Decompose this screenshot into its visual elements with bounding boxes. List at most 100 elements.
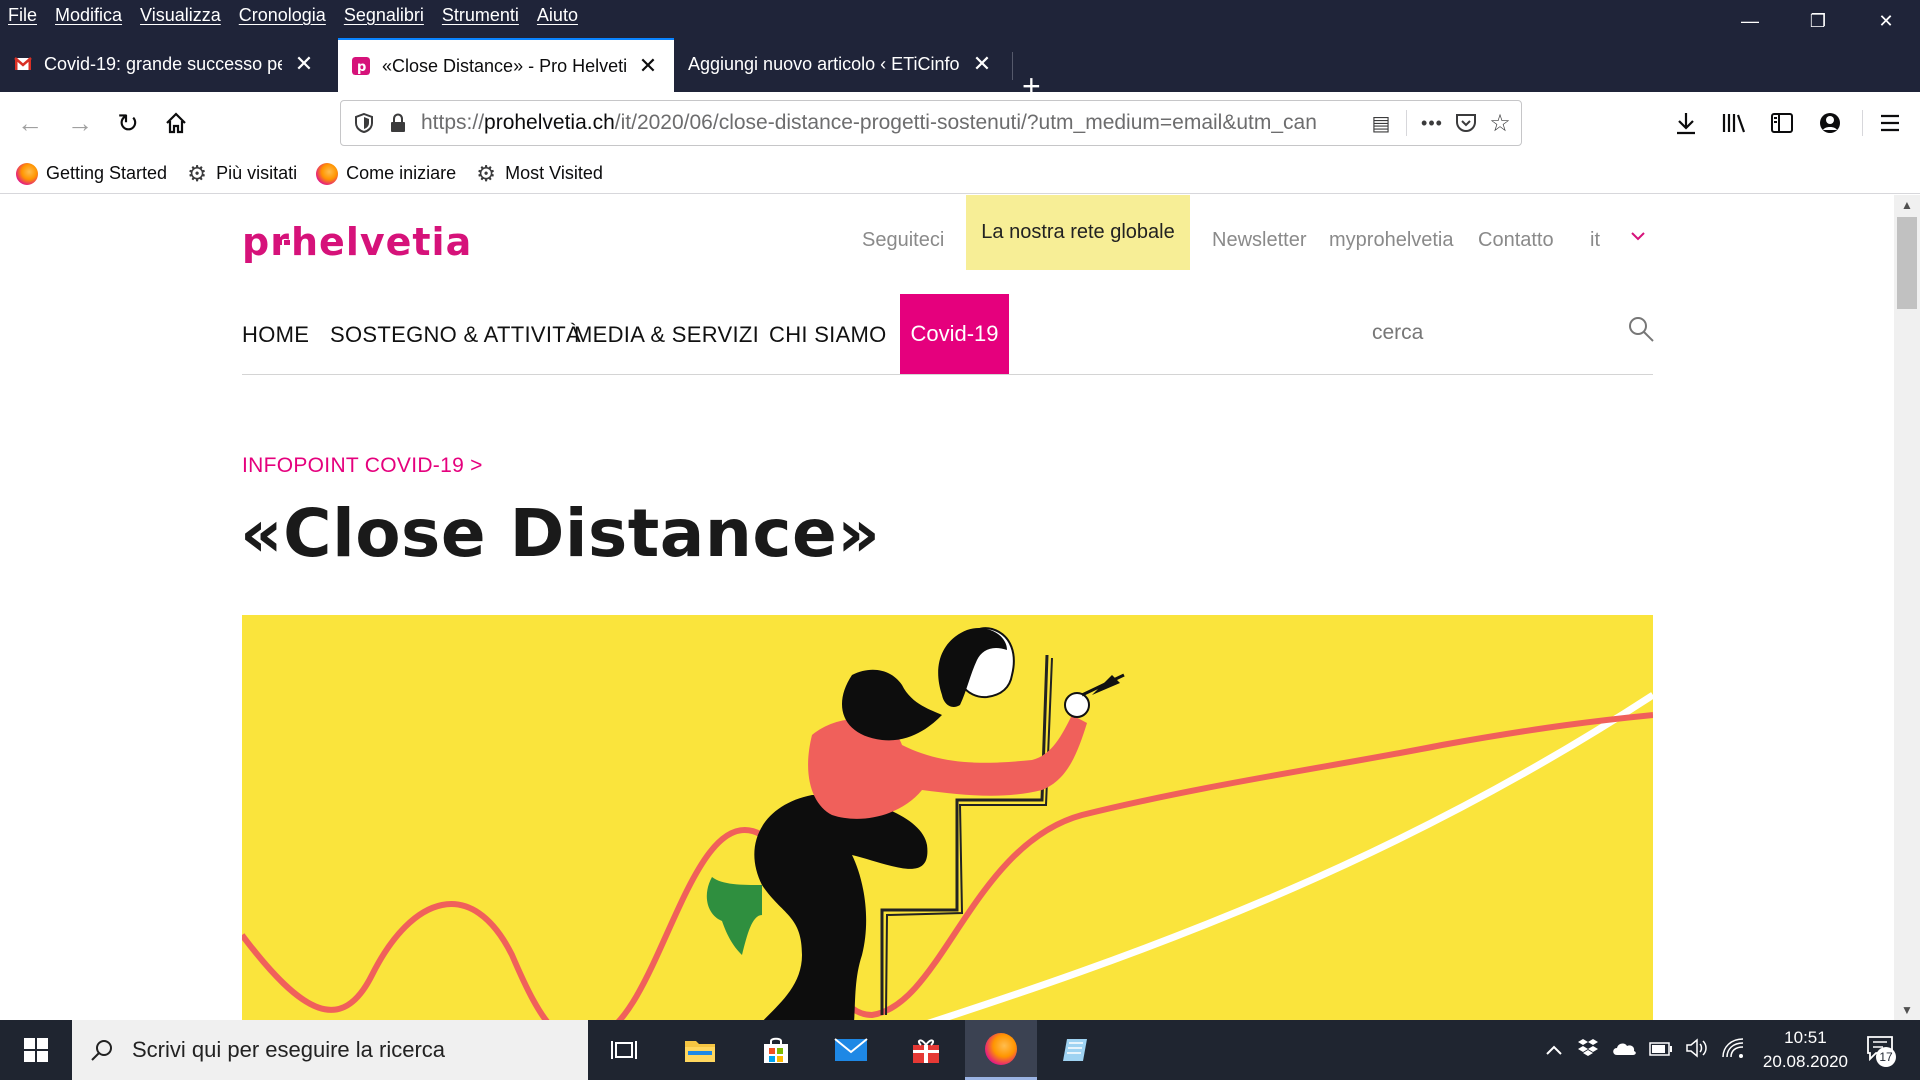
- climbing-person-illustration: [242, 627, 1653, 1020]
- store-button[interactable]: [740, 1020, 812, 1080]
- tab-prohelvetia[interactable]: p «Close Distance» - Pro Helvetia ✕: [338, 38, 674, 92]
- menu-visualizza[interactable]: Visualizza: [131, 5, 230, 26]
- account-button[interactable]: [1812, 105, 1848, 141]
- menu-segnalibri[interactable]: Segnalibri: [335, 5, 433, 26]
- toolbar-separator: [1862, 110, 1863, 136]
- bookmark-label: Più visitati: [216, 163, 298, 183]
- nav-home[interactable]: HOME: [242, 322, 309, 348]
- mail-button[interactable]: [815, 1020, 887, 1080]
- bookmark-star-icon[interactable]: ☆: [1483, 106, 1517, 140]
- reader-view-icon[interactable]: ▤: [1364, 106, 1398, 140]
- tab-gmail[interactable]: Covid-19: grande successo per ✕: [0, 40, 330, 88]
- system-tray: 10:51 20.08.2020 17: [1545, 1020, 1920, 1080]
- downloads-button[interactable]: [1668, 105, 1704, 141]
- tracking-shield-icon[interactable]: [347, 106, 381, 140]
- url-bar[interactable]: https://prohelvetia.ch/it/2020/06/close-…: [340, 100, 1522, 146]
- clock-date: 20.08.2020: [1762, 1052, 1848, 1071]
- bookmark-getting-started[interactable]: Getting Started: [16, 162, 168, 185]
- bookmark-label: Getting Started: [46, 163, 168, 183]
- reload-button[interactable]: ↻: [110, 105, 146, 141]
- lock-icon[interactable]: [381, 106, 415, 140]
- menu-modifica[interactable]: Modifica: [46, 5, 131, 26]
- link-contatto[interactable]: Contatto: [1478, 229, 1554, 252]
- sidebar-button[interactable]: [1764, 105, 1800, 141]
- file-explorer-button[interactable]: [664, 1020, 736, 1080]
- nav-media[interactable]: MEDIA & SERVIZI: [574, 322, 759, 348]
- onedrive-icon[interactable]: [1611, 1040, 1637, 1061]
- folder-icon: [685, 1041, 715, 1062]
- forward-button[interactable]: →: [62, 105, 98, 141]
- scroll-down-icon[interactable]: ▼: [1894, 1000, 1920, 1020]
- page-scrollbar[interactable]: ▲ ▼: [1894, 195, 1920, 1020]
- breadcrumb[interactable]: INFOPOINT COVID-19 >: [242, 454, 483, 478]
- menu-strumenti[interactable]: Strumenti: [433, 5, 528, 26]
- taskbar: Scrivi qui per eseguire la ricerca 10:51…: [0, 1020, 1920, 1080]
- library-button[interactable]: [1716, 105, 1752, 141]
- bookmark-most-visited[interactable]: ⚙ Most Visited: [475, 162, 603, 185]
- start-button[interactable]: [0, 1020, 72, 1080]
- gear-icon: ⚙: [187, 160, 207, 186]
- library-icon: [1722, 114, 1746, 133]
- gift-app-button[interactable]: [890, 1020, 962, 1080]
- taskbar-search-placeholder: Scrivi qui per eseguire la ricerca: [132, 1037, 446, 1062]
- url-prefix: https://: [421, 111, 485, 134]
- battery-icon[interactable]: [1649, 1040, 1673, 1061]
- notepad-icon: [1063, 1039, 1087, 1061]
- page-actions-icon[interactable]: •••: [1415, 106, 1449, 140]
- prohelvetia-logo[interactable]: pr helvetia: [242, 220, 472, 275]
- menu-cronologia[interactable]: Cronologia: [230, 5, 335, 26]
- tab-title: Covid-19: grande successo per: [44, 53, 282, 74]
- home-icon: [166, 112, 186, 134]
- close-tab-icon[interactable]: ✕: [636, 53, 660, 78]
- bookmarks-toolbar: Getting Started ⚙ Più visitati Come iniz…: [0, 154, 1920, 194]
- clock-time: 10:51: [1784, 1028, 1827, 1047]
- bookmark-label: Most Visited: [505, 163, 603, 183]
- store-icon: [764, 1037, 788, 1063]
- url-path: /it/2020/06/close-distance-progetti-sost…: [614, 111, 1317, 134]
- nav-divider: [242, 374, 1653, 375]
- open-menu-button[interactable]: [1872, 105, 1908, 141]
- chevron-down-icon[interactable]: [1630, 225, 1646, 248]
- wifi-icon[interactable]: [1721, 1037, 1745, 1064]
- show-hidden-icons-icon[interactable]: [1545, 1040, 1563, 1061]
- menu-aiuto[interactable]: Aiuto: [528, 5, 587, 26]
- link-newsletter[interactable]: Newsletter: [1212, 229, 1306, 252]
- back-button[interactable]: ←: [12, 105, 48, 141]
- firefox-taskbar-button[interactable]: [965, 1020, 1037, 1080]
- menu-bar: File Modifica Visualizza Cronologia Segn…: [0, 0, 1920, 30]
- gmail-icon: [14, 57, 32, 70]
- home-button[interactable]: [158, 105, 194, 141]
- language-selector[interactable]: it: [1590, 229, 1600, 252]
- notepad-app-button[interactable]: [1040, 1020, 1112, 1080]
- clock[interactable]: 10:51 20.08.2020: [1763, 1026, 1848, 1074]
- link-seguiteci[interactable]: Seguiteci: [862, 229, 944, 252]
- bookmark-piu-visitati[interactable]: ⚙ Più visitati: [186, 160, 298, 186]
- account-icon: [1820, 113, 1840, 133]
- download-icon: [1677, 113, 1695, 135]
- volume-icon[interactable]: [1685, 1037, 1709, 1063]
- link-global-network[interactable]: La nostra rete globale: [966, 195, 1190, 270]
- link-myprohelvetia[interactable]: myprohelvetia: [1329, 229, 1454, 252]
- task-view-icon: [611, 1041, 637, 1059]
- task-view-button[interactable]: [588, 1020, 660, 1080]
- nav-chi-siamo[interactable]: CHI SIAMO: [769, 322, 887, 348]
- pocket-icon[interactable]: [1449, 106, 1483, 140]
- bookmark-come-iniziare[interactable]: Come iniziare: [316, 162, 456, 185]
- close-tab-icon[interactable]: ✕: [292, 51, 316, 76]
- scroll-up-icon[interactable]: ▲: [1894, 195, 1920, 215]
- close-tab-icon[interactable]: ✕: [970, 51, 994, 76]
- menu-file[interactable]: File: [0, 5, 46, 26]
- search-input[interactable]: [1372, 316, 1622, 350]
- search-icon[interactable]: [1626, 314, 1656, 344]
- nav-sostegno[interactable]: SOSTEGNO & ATTIVITÀ: [330, 322, 581, 348]
- url-text[interactable]: https://prohelvetia.ch/it/2020/06/close-…: [421, 111, 1364, 135]
- dropbox-icon[interactable]: [1577, 1038, 1599, 1063]
- action-center-button[interactable]: 17: [1866, 1035, 1896, 1067]
- scroll-thumb[interactable]: [1897, 217, 1917, 309]
- tab-eticinfo[interactable]: Aggiungi nuovo articolo ‹ ETiCinfor ✕: [674, 40, 1008, 88]
- nav-covid[interactable]: Covid-19: [900, 294, 1009, 374]
- hero-illustration: [242, 615, 1653, 1020]
- taskbar-search-box[interactable]: Scrivi qui per eseguire la ricerca: [72, 1020, 588, 1080]
- svg-text:helvetia: helvetia: [291, 221, 472, 264]
- url-domain: prohelvetia.ch: [484, 111, 615, 134]
